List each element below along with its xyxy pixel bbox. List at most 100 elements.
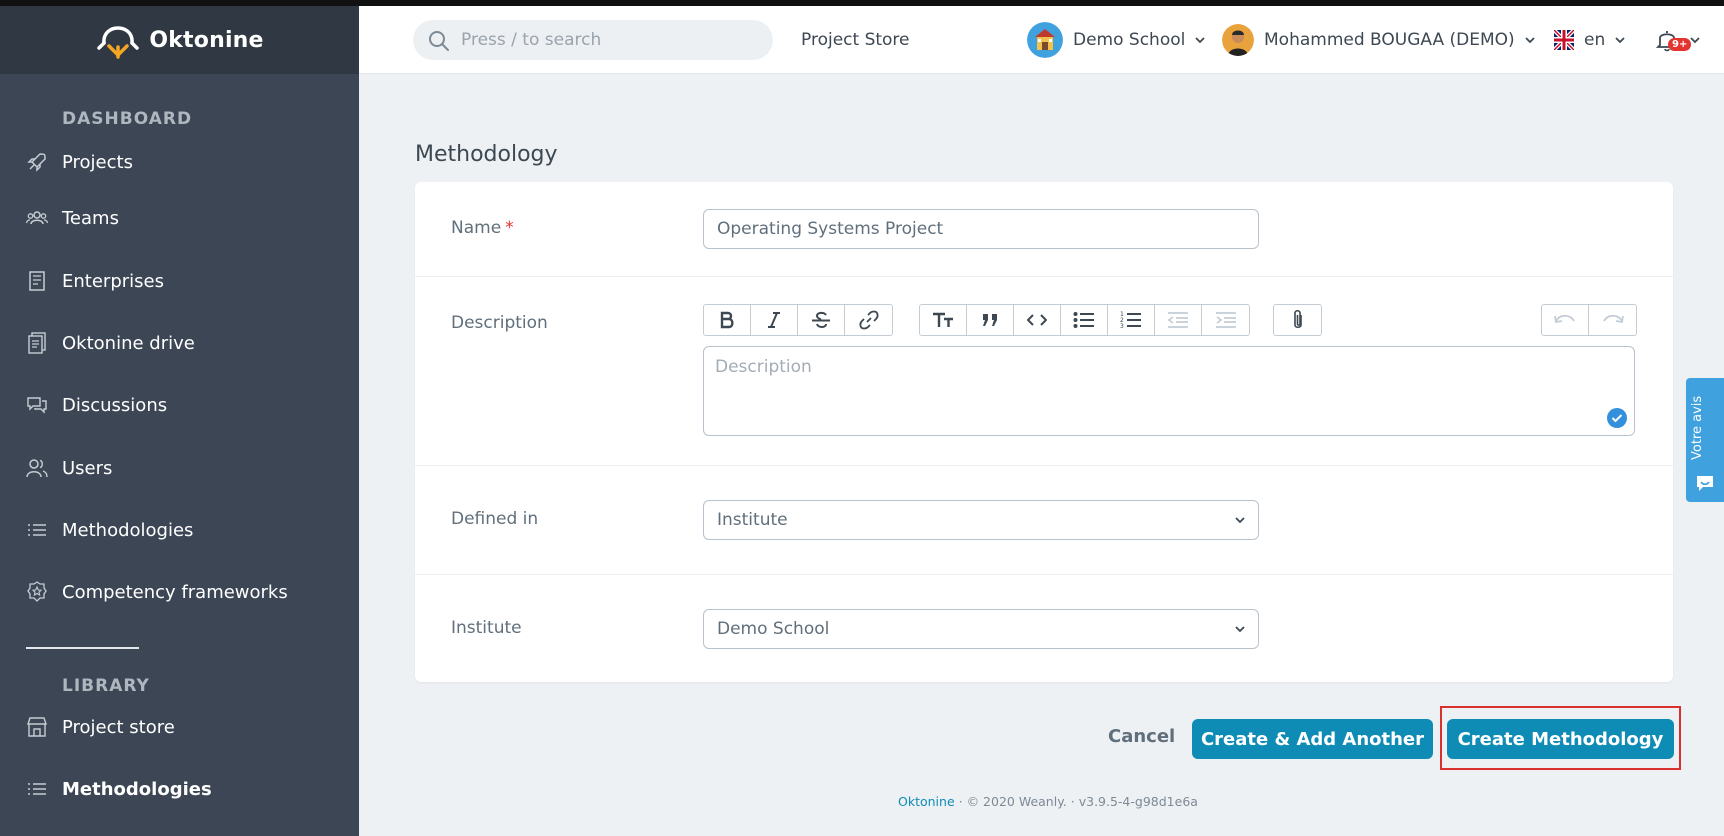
team-icon [26, 211, 48, 225]
indent-icon [1215, 312, 1236, 328]
description-editor[interactable]: Description [703, 346, 1635, 436]
form-row-name: Name * Operating Systems Project [415, 182, 1673, 277]
indent-button[interactable] [1202, 305, 1249, 335]
language-code: en [1584, 30, 1606, 50]
footer-copyright: © 2020 Weanly. [966, 794, 1067, 809]
create-add-another-button[interactable]: Create & Add Another [1192, 719, 1433, 759]
search-icon [429, 31, 449, 51]
description-placeholder: Description [715, 357, 812, 377]
sidebar: Oktonine DASHBOARD Projects Teams Enterp… [0, 6, 359, 836]
feedback-tab[interactable]: Votre avis [1686, 378, 1724, 502]
feedback-chat-icon [1697, 476, 1713, 491]
uk-flag-icon [1554, 30, 1574, 50]
attachment-toolbar-group [1273, 304, 1322, 336]
footer-version: v3.9.5-4-g98d1e6a [1078, 794, 1198, 809]
chat-icon [27, 397, 47, 414]
store-icon [27, 717, 47, 737]
paperclip-icon [1293, 309, 1302, 329]
form-row-institute: Institute Demo School [415, 575, 1673, 682]
name-input[interactable]: Operating Systems Project [703, 209, 1259, 249]
list-icon [28, 783, 46, 795]
bold-icon [720, 311, 734, 329]
chevron-down-icon [1235, 626, 1245, 633]
code-button[interactable] [1014, 305, 1061, 335]
brand[interactable]: Oktonine [0, 6, 359, 74]
link-button[interactable] [845, 305, 892, 335]
notifications-button[interactable]: 9+ [1656, 20, 1700, 60]
defined-in-value: Institute [717, 510, 788, 530]
chevron-down-icon [1235, 517, 1245, 524]
search-input[interactable] [461, 20, 761, 60]
svg-text:3: 3 [1120, 323, 1124, 330]
strikethrough-icon [812, 311, 830, 328]
oktonine-logo-icon [97, 26, 140, 59]
create-methodology-button[interactable]: Create Methodology [1447, 719, 1674, 759]
institute-select[interactable]: Demo School [703, 609, 1259, 649]
chevron-down-icon [1615, 36, 1625, 43]
heading-icon [933, 312, 953, 327]
section-library-label: LIBRARY [62, 676, 150, 696]
redo-button[interactable] [1589, 305, 1636, 335]
undo-icon [1554, 314, 1575, 324]
page-title: Methodology [415, 142, 558, 167]
link-icon [858, 310, 879, 330]
cancel-button[interactable]: Cancel [1108, 726, 1175, 747]
italic-button[interactable] [751, 305, 798, 335]
brand-name: Oktonine [149, 27, 264, 53]
sidebar-divider [26, 647, 139, 649]
bullet-list-icon [1073, 312, 1094, 328]
sidebar-item-competency-frameworks[interactable]: Competency frameworks [0, 570, 359, 614]
strikethrough-button[interactable] [798, 305, 845, 335]
school-avatar [1027, 22, 1063, 58]
search-box[interactable] [413, 20, 773, 60]
form-row-defined-in: Defined in Institute [415, 466, 1673, 575]
outdent-button[interactable] [1155, 305, 1202, 335]
numbered-list-button[interactable]: 123 [1108, 305, 1155, 335]
sidebar-item-users[interactable]: Users [0, 446, 359, 490]
history-toolbar-group [1541, 304, 1637, 336]
language-dropdown[interactable]: en [1554, 20, 1625, 60]
undo-button[interactable] [1542, 305, 1589, 335]
chevron-down-icon [1690, 36, 1700, 43]
methodology-form-card: Name * Operating Systems Project Descript… [415, 182, 1673, 682]
heading-button[interactable] [920, 305, 967, 335]
defined-in-select[interactable]: Institute [703, 500, 1259, 540]
sidebar-item-library-methodologies[interactable]: Methodologies [0, 767, 359, 811]
sidebar-item-teams[interactable]: Teams [0, 196, 359, 240]
user-avatar [1222, 24, 1254, 56]
footer-brand-link[interactable]: Oktonine [898, 794, 955, 809]
bullet-list-button[interactable] [1061, 305, 1108, 335]
quote-button[interactable] [967, 305, 1014, 335]
drive-icon [28, 332, 46, 354]
project-store-link[interactable]: Project Store [801, 30, 910, 50]
sidebar-item-oktonine-drive[interactable]: Oktonine drive [0, 321, 359, 365]
sidebar-item-methodologies[interactable]: Methodologies [0, 508, 359, 552]
form-row-description: Description 123 Description [415, 277, 1673, 466]
attach-file-button[interactable] [1274, 305, 1321, 335]
rocket-icon [27, 153, 46, 172]
notification-badge: 9+ [1668, 38, 1692, 51]
numbered-list-icon: 123 [1120, 311, 1141, 330]
grammar-check-icon[interactable] [1607, 408, 1627, 428]
sidebar-item-projects[interactable]: Projects [0, 140, 359, 184]
outdent-icon [1167, 312, 1188, 328]
required-mark: * [505, 218, 514, 238]
school-name: Demo School [1073, 30, 1186, 50]
list-icon [28, 524, 46, 536]
chevron-down-icon [1525, 36, 1535, 43]
defined-in-label: Defined in [451, 509, 539, 529]
bold-button[interactable] [704, 305, 751, 335]
block-toolbar-group: 123 [919, 304, 1250, 336]
section-dashboard-label: DASHBOARD [62, 109, 193, 129]
building-icon [29, 271, 45, 291]
sidebar-item-discussions[interactable]: Discussions [0, 383, 359, 427]
sidebar-item-enterprises[interactable]: Enterprises [0, 259, 359, 303]
school-dropdown[interactable]: Demo School [1027, 20, 1205, 60]
feedback-label: Votre avis [1690, 395, 1705, 461]
user-dropdown[interactable]: Mohammed BOUGAA (DEMO) [1222, 20, 1535, 60]
sidebar-item-project-store[interactable]: Project store [0, 705, 359, 749]
badge-icon [27, 581, 47, 602]
institute-label: Institute [451, 618, 522, 638]
italic-icon [768, 312, 780, 328]
name-label: Name * [451, 218, 514, 238]
